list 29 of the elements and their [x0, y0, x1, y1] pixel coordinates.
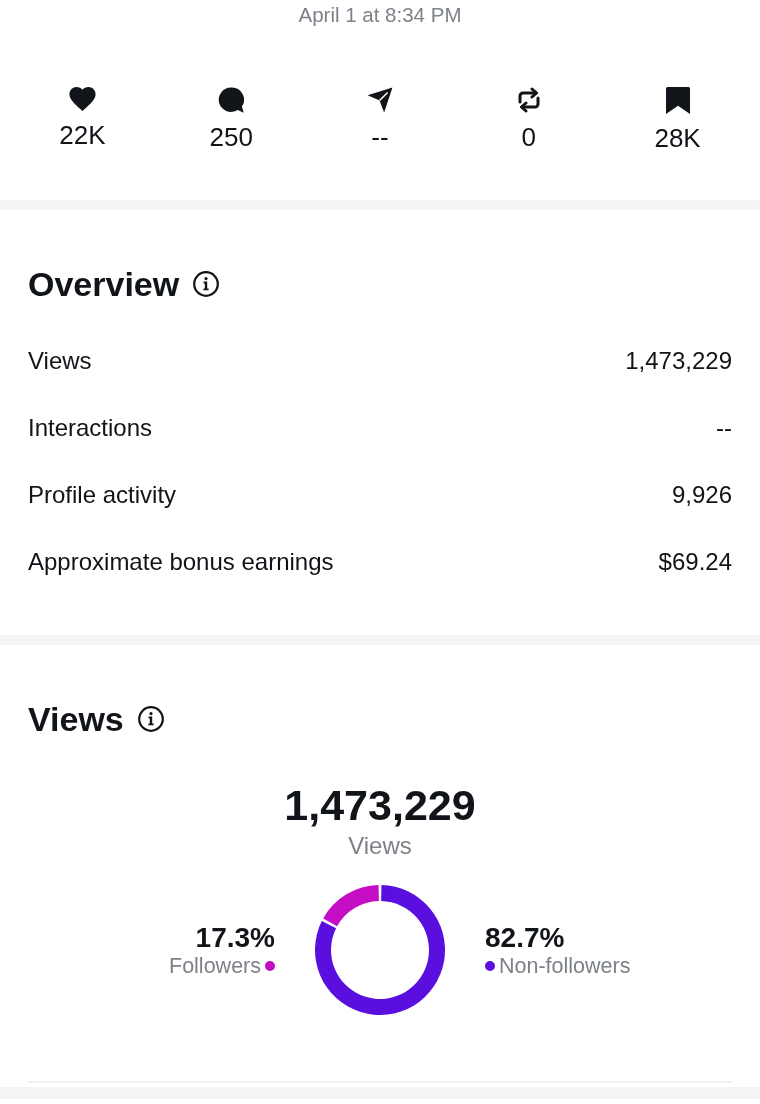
- post-timestamp: April 1 at 8:34 PM: [298, 3, 462, 27]
- bookmark-icon: [665, 87, 690, 114]
- metric-label: Views: [28, 346, 92, 375]
- stat-count: 250: [209, 122, 253, 152]
- stat-count: 22K: [59, 120, 106, 150]
- info-icon[interactable]: [137, 706, 164, 732]
- heart-icon: [68, 87, 96, 111]
- stat-count: 28K: [654, 123, 701, 153]
- paper-plane-icon: [367, 87, 393, 113]
- info-icon[interactable]: [193, 271, 220, 297]
- legend-label: Followers: [169, 953, 261, 979]
- section-title: Overview: [28, 265, 180, 303]
- metric-value: 9,926: [671, 480, 732, 509]
- total-views-label: Views: [348, 832, 412, 859]
- speech-bubble-icon: [218, 87, 245, 113]
- section-title: Views: [28, 700, 124, 738]
- metric-value: 1,473,229: [625, 346, 732, 375]
- total-views-value: 1,473,229: [284, 781, 476, 829]
- metric-label: Interactions: [28, 413, 153, 442]
- metric-value: --: [716, 413, 732, 442]
- percent-value: 17.3%: [195, 921, 275, 953]
- percent-value: 82.7%: [485, 921, 565, 953]
- metric-value: $69.24: [658, 547, 732, 576]
- stat-count: 0: [521, 122, 536, 152]
- repeat-arrows-icon: [516, 87, 541, 113]
- metric-label: Profile activity: [28, 480, 177, 509]
- legend-label: Non-followers: [499, 953, 631, 979]
- metric-label: Approximate bonus earnings: [28, 547, 334, 576]
- stat-count: --: [371, 122, 389, 152]
